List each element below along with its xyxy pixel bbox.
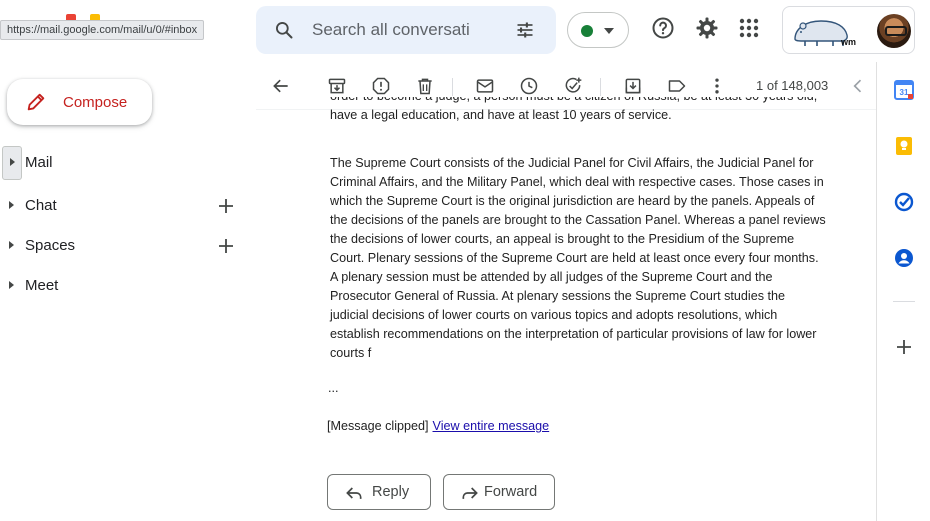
- message-ellipsis[interactable]: ...: [328, 381, 339, 395]
- sidebar-item-mail[interactable]: Mail: [0, 146, 250, 180]
- search-input[interactable]: [312, 18, 508, 42]
- chevron-right-icon: [9, 281, 14, 289]
- forward-label: Forward: [484, 484, 538, 500]
- reply-button[interactable]: Reply: [327, 474, 431, 510]
- message-partial-paragraph: order to become a judge, a person must b…: [330, 97, 826, 135]
- sidebar-item-spaces[interactable]: Spaces: [0, 230, 250, 262]
- reply-label: Reply: [372, 484, 410, 500]
- add-task-icon[interactable]: [563, 76, 583, 96]
- move-to-icon[interactable]: [623, 76, 643, 96]
- sidebar-item-label: Mail: [25, 154, 53, 171]
- account-switcher[interactable]: wm: [782, 6, 915, 54]
- message-count: 1 of 148,003: [756, 78, 829, 93]
- tasks-icon[interactable]: [894, 192, 914, 212]
- forward-button[interactable]: Forward: [443, 474, 555, 510]
- tune-icon[interactable]: [514, 20, 536, 40]
- reply-icon: [346, 487, 362, 499]
- forward-icon: [462, 487, 478, 499]
- help-icon[interactable]: [651, 16, 675, 40]
- message-clipped-notice: [Message clipped] View entire message: [327, 419, 549, 433]
- status-dot-icon: [581, 25, 593, 37]
- delete-icon[interactable]: [415, 76, 435, 96]
- compose-label: Compose: [63, 94, 128, 111]
- calendar-icon[interactable]: 31: [894, 80, 914, 100]
- archive-icon[interactable]: [327, 76, 347, 96]
- sidebar-item-chat[interactable]: Chat: [0, 190, 250, 222]
- chevron-right-icon: [9, 201, 14, 209]
- add-space-icon[interactable]: [216, 236, 236, 256]
- compose-button[interactable]: Compose: [7, 79, 152, 125]
- prev-icon[interactable]: [848, 76, 868, 96]
- sidebar-item-label: Meet: [25, 277, 59, 294]
- sidebar-item-label: Chat: [25, 197, 57, 214]
- clipped-label: [Message clipped]: [327, 419, 429, 433]
- contacts-icon[interactable]: [894, 248, 914, 268]
- add-addon-icon[interactable]: [894, 337, 914, 357]
- sidebar-item-label: Spaces: [25, 237, 76, 254]
- org-logo-wombat-icon: [794, 20, 848, 46]
- add-chat-icon[interactable]: [216, 196, 236, 216]
- back-icon[interactable]: [271, 76, 291, 96]
- sidebar-item-meet[interactable]: Meet: [0, 270, 250, 302]
- avatar[interactable]: [877, 14, 911, 48]
- message-partial-text: order to become a judge, a person must b…: [330, 97, 817, 122]
- search-icon[interactable]: [274, 20, 294, 40]
- toolbar-divider: [452, 78, 453, 96]
- report-spam-icon[interactable]: [371, 76, 391, 96]
- keep-icon[interactable]: [894, 136, 914, 156]
- settings-icon[interactable]: [695, 16, 719, 40]
- pencil-icon: [27, 93, 45, 111]
- status-selector[interactable]: [567, 12, 629, 48]
- top-bar: https://mail.google.com/mail/u/0/#inbox …: [0, 0, 930, 62]
- chevron-down-icon: [604, 28, 614, 34]
- status-url-tooltip: https://mail.google.com/mail/u/0/#inbox: [0, 20, 205, 40]
- apps-icon[interactable]: [737, 16, 761, 40]
- org-logo-text: wm: [841, 37, 857, 47]
- search-bar[interactable]: [256, 6, 556, 54]
- rail-divider: [893, 301, 915, 302]
- more-icon[interactable]: [707, 76, 727, 96]
- toolbar-divider: [600, 78, 601, 96]
- calendar-day: 31: [900, 88, 909, 97]
- chevron-right-icon: [9, 241, 14, 249]
- snooze-icon[interactable]: [519, 76, 539, 96]
- chevron-right-icon: [10, 158, 15, 166]
- view-entire-message-link[interactable]: View entire message: [433, 419, 550, 433]
- mark-unread-icon[interactable]: [475, 76, 495, 96]
- label-icon[interactable]: [667, 76, 687, 96]
- message-paragraph: The Supreme Court consists of the Judici…: [330, 156, 826, 360]
- side-panel-rail: 31: [876, 62, 930, 521]
